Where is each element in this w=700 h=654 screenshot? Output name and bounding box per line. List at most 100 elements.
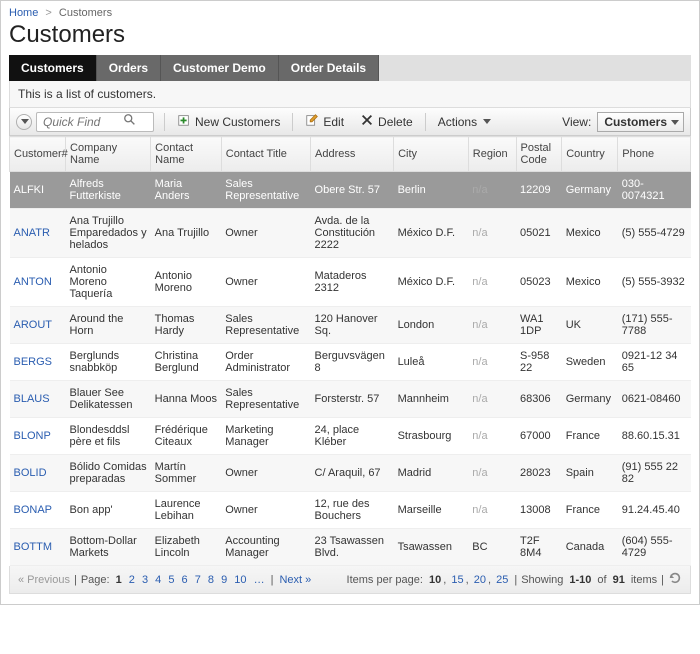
refresh-icon[interactable] (668, 571, 682, 588)
table-cell: Hanna Moos (151, 381, 222, 418)
pager-page-link[interactable]: 6 (182, 574, 188, 586)
new-customers-label: New Customers (195, 115, 280, 129)
table-cell: 030-0074321 (618, 172, 691, 209)
ipp-option[interactable]: 20 (474, 574, 486, 586)
column-header[interactable]: Company Name (66, 137, 151, 172)
column-header[interactable]: Region (468, 137, 516, 172)
pager-next[interactable]: Next » (279, 574, 311, 586)
column-header[interactable]: Customer# (10, 137, 66, 172)
pager-page-link[interactable]: 9 (221, 574, 227, 586)
customer-id-link[interactable]: BLAUS (14, 393, 50, 405)
table-cell: 05021 (516, 209, 562, 258)
column-header[interactable]: Contact Name (151, 137, 222, 172)
pager: « Previous | Page: 1 2 3 4 5 6 7 8 9 10 … (9, 566, 691, 594)
column-header[interactable]: Country (562, 137, 618, 172)
quickfind-input[interactable] (41, 114, 123, 130)
table-cell: France (562, 418, 618, 455)
customer-id-link[interactable]: AROUT (14, 319, 53, 331)
table-cell: Order Administrator (221, 344, 310, 381)
table-cell: Spain (562, 455, 618, 492)
pager-page-link[interactable]: 2 (129, 574, 135, 586)
pager-sep: | (514, 574, 517, 586)
table-cell: C/ Araquil, 67 (311, 455, 394, 492)
new-customers-button[interactable]: New Customers (171, 111, 286, 132)
table-cell: ANTON (10, 258, 66, 307)
column-header[interactable]: Postal Code (516, 137, 562, 172)
pager-page-link[interactable]: … (254, 574, 265, 586)
table-cell: 12, rue des Bouchers (311, 492, 394, 529)
pager-page-link[interactable]: 3 (142, 574, 148, 586)
customer-id-link[interactable]: BOLID (14, 467, 47, 479)
search-icon[interactable] (123, 113, 137, 130)
pager-sep: | (271, 574, 274, 586)
table-cell: (5) 555-3932 (618, 258, 691, 307)
tab-orders[interactable]: Orders (97, 55, 161, 81)
table-cell: BONAP (10, 492, 66, 529)
showing-of: of (597, 574, 606, 586)
table-row[interactable]: BERGSBerglunds snabbköpChristina Berglun… (10, 344, 691, 381)
column-header[interactable]: Address (311, 137, 394, 172)
table-row[interactable]: AROUTAround the HornThomas HardySales Re… (10, 307, 691, 344)
ipp-option[interactable]: 15 (451, 574, 463, 586)
table-cell: Bottom-Dollar Markets (66, 529, 151, 566)
table-cell: n/a (468, 209, 516, 258)
breadcrumb-separator: > (45, 7, 51, 19)
table-row[interactable]: BOLIDBólido Comidas preparadasMartín Som… (10, 455, 691, 492)
table-cell: México D.F. (394, 258, 469, 307)
table-row[interactable]: BLONPBlondesddsl père et filsFrédérique … (10, 418, 691, 455)
actions-dropdown[interactable]: Actions (432, 113, 497, 131)
tab-bar: CustomersOrdersCustomer DemoOrder Detail… (9, 55, 691, 81)
tab-customer-demo[interactable]: Customer Demo (161, 55, 279, 81)
table-row[interactable]: BONAPBon app'Laurence LebihanOwner12, ru… (10, 492, 691, 529)
delete-button[interactable]: Delete (354, 111, 419, 132)
table-cell: Sales Representative (221, 307, 310, 344)
table-cell: n/a (468, 172, 516, 209)
customer-id-link[interactable]: BOTTM (14, 541, 53, 553)
table-cell: BOTTM (10, 529, 66, 566)
customer-id-link[interactable]: ALFKI (14, 184, 45, 196)
showing-items: items (631, 574, 657, 586)
column-header[interactable]: Contact Title (221, 137, 310, 172)
table-cell: AROUT (10, 307, 66, 344)
pager-page-link[interactable]: 5 (168, 574, 174, 586)
table-row[interactable]: BOTTMBottom-Dollar MarketsElizabeth Linc… (10, 529, 691, 566)
pager-page-link[interactable]: 4 (155, 574, 161, 586)
pager-page-link[interactable]: 10 (234, 574, 246, 586)
customer-id-link[interactable]: BERGS (14, 356, 53, 368)
table-cell: S-958 22 (516, 344, 562, 381)
table-cell: Forsterstr. 57 (311, 381, 394, 418)
column-header[interactable]: City (394, 137, 469, 172)
pager-previous[interactable]: « Previous (18, 574, 70, 586)
customer-id-link[interactable]: BONAP (14, 504, 53, 516)
customer-id-link[interactable]: ANTON (14, 276, 52, 288)
table-cell: Ana Trujillo Emparedados y helados (66, 209, 151, 258)
table-cell: Bólido Comidas preparadas (66, 455, 151, 492)
filter-dropdown-button[interactable] (16, 114, 32, 130)
table-row[interactable]: BLAUSBlauer See DelikatessenHanna MoosSa… (10, 381, 691, 418)
table-row[interactable]: ALFKIAlfreds FutterkisteMaria AndersSale… (10, 172, 691, 209)
customer-id-link[interactable]: BLONP (14, 430, 51, 442)
view-select[interactable]: Customers (597, 112, 684, 132)
ipp-option[interactable]: 25 (496, 574, 508, 586)
table-cell: Strasbourg (394, 418, 469, 455)
breadcrumb-home-link[interactable]: Home (9, 7, 38, 19)
table-cell: Madrid (394, 455, 469, 492)
tab-customers[interactable]: Customers (9, 55, 97, 81)
table-cell: Mataderos 2312 (311, 258, 394, 307)
pager-page-link[interactable]: 8 (208, 574, 214, 586)
pager-sep: | (661, 574, 664, 586)
table-row[interactable]: ANATRAna Trujillo Emparedados y heladosA… (10, 209, 691, 258)
delete-icon (360, 113, 374, 130)
column-header[interactable]: Phone (618, 137, 691, 172)
tab-order-details[interactable]: Order Details (279, 55, 379, 81)
table-cell: (91) 555 22 82 (618, 455, 691, 492)
delete-label: Delete (378, 115, 413, 129)
table-row[interactable]: ANTONAntonio Moreno TaqueríaAntonio More… (10, 258, 691, 307)
edit-button[interactable]: Edit (299, 111, 350, 132)
description-bar: This is a list of customers. (9, 81, 691, 108)
showing-label: Showing (521, 574, 563, 586)
toolbar-separator (164, 113, 165, 131)
customer-id-link[interactable]: ANATR (14, 227, 50, 239)
table-cell: Germany (562, 381, 618, 418)
pager-page-link[interactable]: 7 (195, 574, 201, 586)
